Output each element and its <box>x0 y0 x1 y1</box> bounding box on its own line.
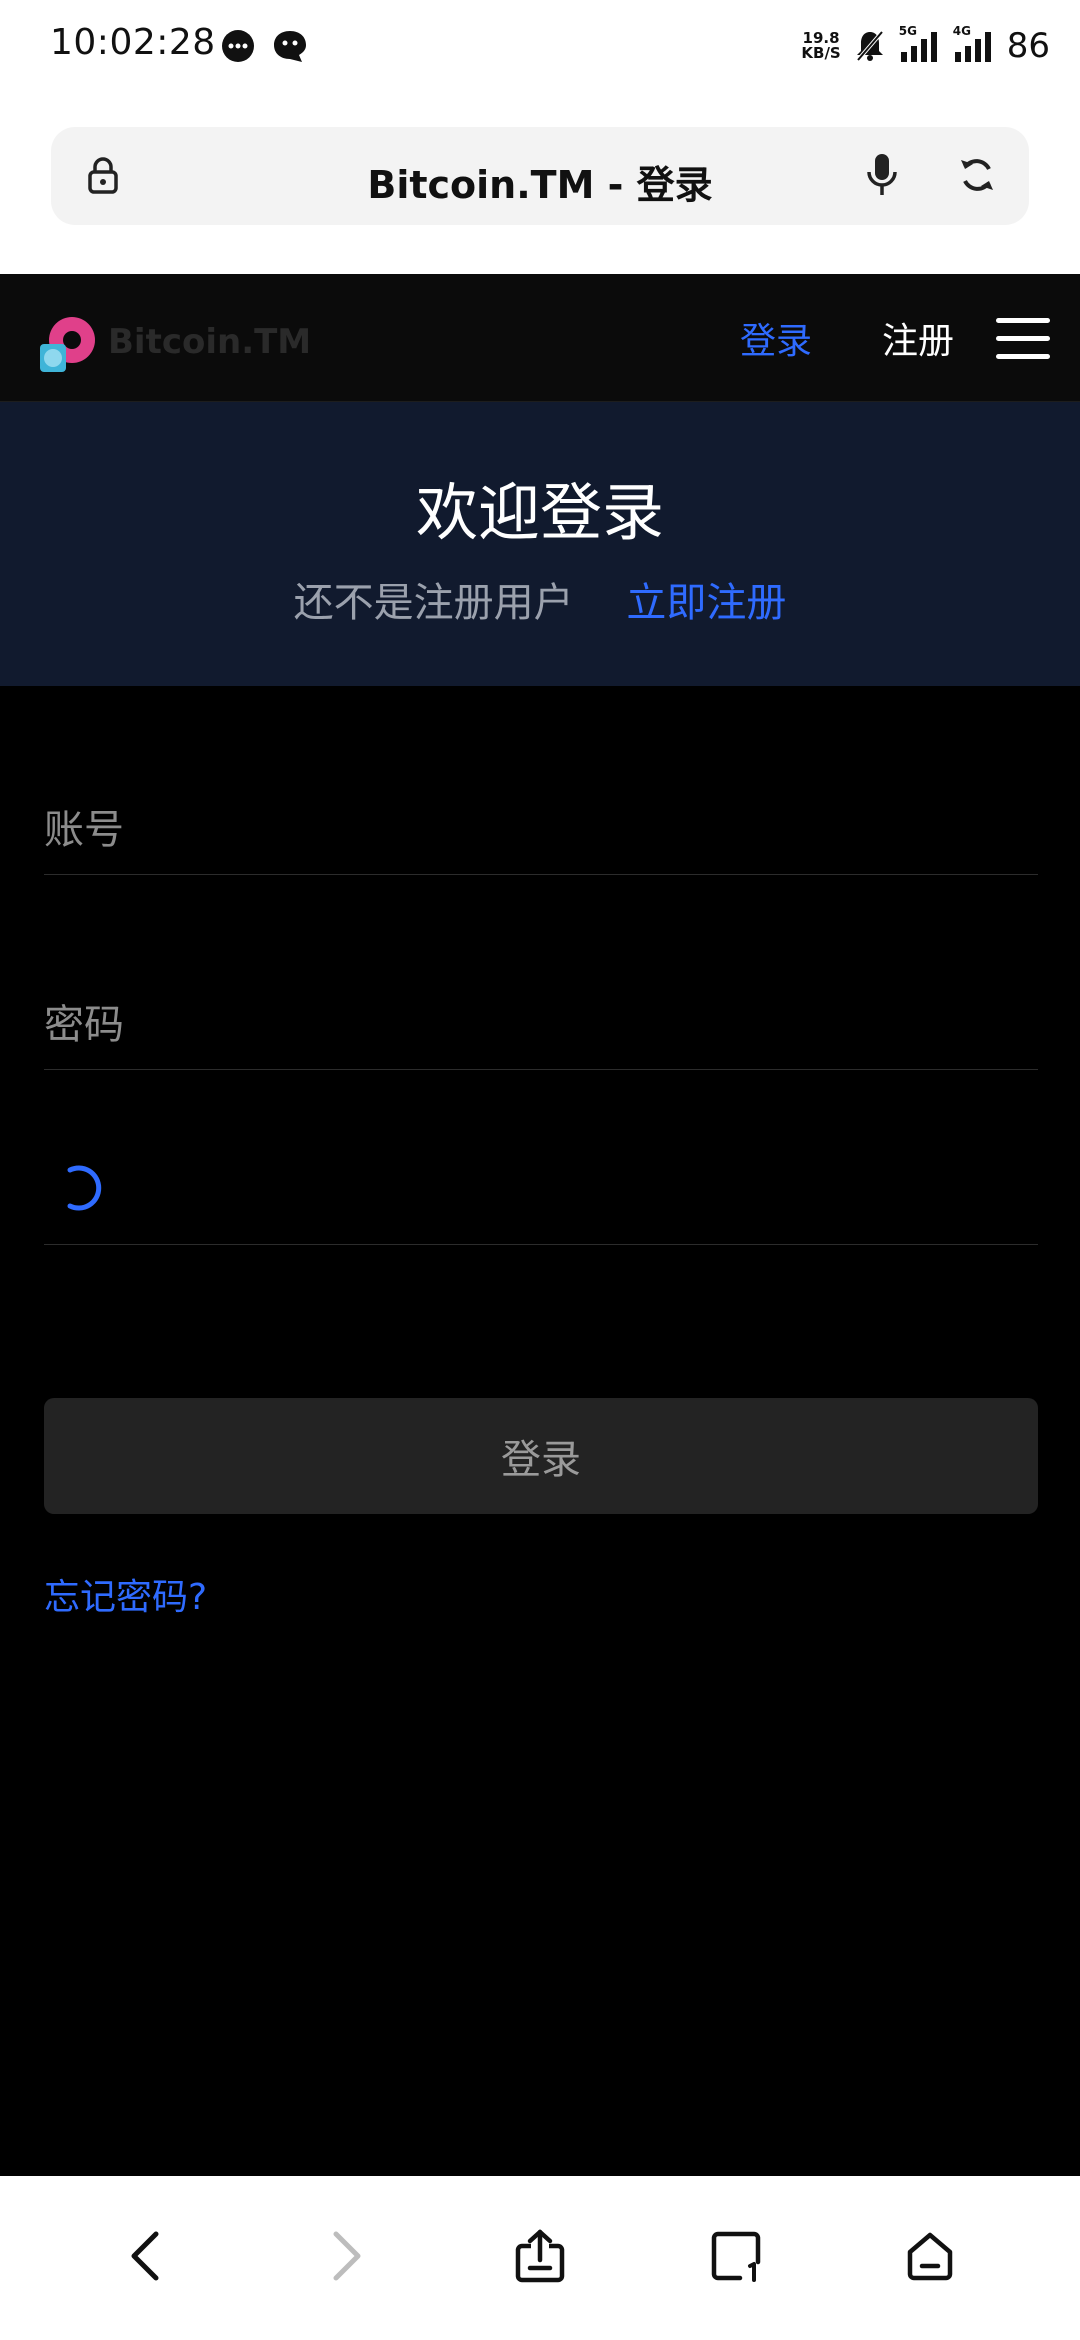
forward-button[interactable] <box>306 2216 386 2296</box>
hamburger-menu-button[interactable] <box>996 316 1050 360</box>
status-bar: 10:02:28 19.8 KB/S 5G 4G 86 <box>0 0 1080 92</box>
forgot-password-link[interactable]: 忘记密码? <box>44 1568 207 1620</box>
account-input[interactable] <box>44 785 1038 874</box>
signal-4g-icon: 4G <box>953 24 993 64</box>
signal-5g-icon: 5G <box>899 24 939 64</box>
not-registered-text: 还不是注册用户 <box>293 580 574 626</box>
battery-level: 86 <box>1006 26 1050 66</box>
menu-line <box>996 353 1050 359</box>
tabs-button[interactable] <box>696 2216 776 2296</box>
password-field <box>44 980 1038 1070</box>
tabs-icon <box>711 2231 761 2282</box>
bell-muted-icon <box>856 30 884 62</box>
address-bar[interactable]: Bitcoin.TM - 登录 <box>51 127 1029 225</box>
network-speed: 19.8 KB/S <box>801 29 841 62</box>
loading-spinner-icon <box>67 1165 102 1211</box>
home-button[interactable] <box>890 2216 970 2296</box>
welcome-title: 欢迎登录 <box>415 476 664 549</box>
menu-line <box>996 317 1050 323</box>
chat-notification-icon <box>274 31 306 62</box>
home-icon <box>907 2232 953 2281</box>
menu-line <box>996 335 1050 341</box>
logo-text[interactable]: Bitcoin.TM <box>108 322 311 362</box>
site-header: Bitcoin.TM 登录 注册 <box>0 274 1080 402</box>
microphone-icon[interactable] <box>865 152 899 198</box>
nav-login-link[interactable]: 登录 <box>740 312 812 364</box>
status-time: 10:02:28 <box>50 22 216 63</box>
browser-bottom-toolbar <box>0 2176 1080 2340</box>
back-button[interactable] <box>106 2216 186 2296</box>
password-input[interactable] <box>44 980 1038 1069</box>
share-icon <box>515 2229 565 2283</box>
back-arrow-icon <box>131 2231 159 2281</box>
welcome-banner: 欢迎登录 还不是注册用户 立即注册 <box>0 402 1080 686</box>
login-submit-button[interactable]: 登录 <box>44 1398 1038 1514</box>
browser-top-bar: Bitcoin.TM - 登录 <box>0 92 1080 274</box>
bitcoin-tm-logo-icon[interactable] <box>40 314 98 372</box>
reload-icon[interactable] <box>957 155 997 195</box>
share-button[interactable] <box>500 2216 580 2296</box>
register-prompt: 还不是注册用户 立即注册 <box>0 570 1080 628</box>
nav-register-link[interactable]: 注册 <box>882 312 954 364</box>
account-field <box>44 785 1038 875</box>
forward-arrow-icon <box>333 2231 361 2281</box>
captcha-row <box>44 1110 1038 1245</box>
register-now-link[interactable]: 立即注册 <box>626 580 786 626</box>
status-indicators: 19.8 KB/S 5G 4G 86 <box>801 18 1050 74</box>
message-notification-icon <box>222 30 254 62</box>
